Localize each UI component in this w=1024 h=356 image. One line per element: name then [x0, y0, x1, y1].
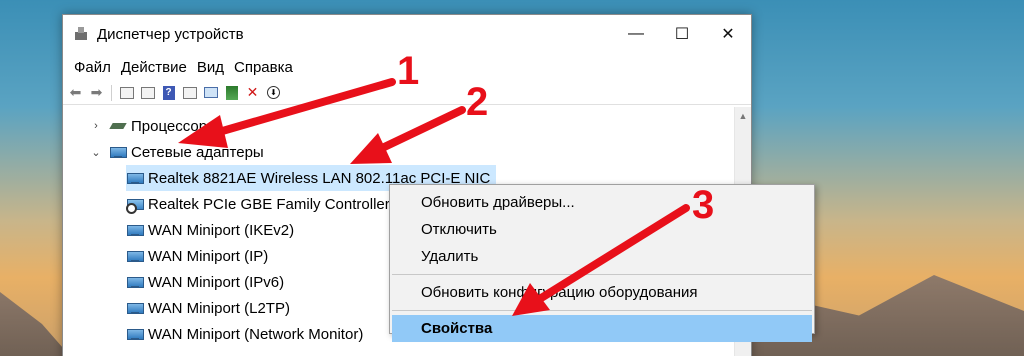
maximize-button[interactable]: ☐ — [659, 15, 705, 53]
device-label: WAN Miniport (L2TP) — [148, 299, 290, 317]
toolbar-separator — [111, 84, 112, 101]
menu-item-scan-hardware[interactable]: Обновить конфигурацию оборудования — [390, 279, 814, 306]
minimize-button[interactable]: — — [613, 15, 659, 53]
network-card-disabled-icon — [126, 197, 144, 214]
menu-separator — [392, 310, 812, 311]
context-menu: Обновить драйверы... Отключить Удалить О… — [389, 184, 815, 342]
device-label: WAN Miniport (IKEv2) — [148, 221, 295, 239]
network-card-icon — [126, 275, 144, 289]
back-arrow-icon[interactable]: ⬅ — [67, 84, 84, 101]
toolbar: ⬅ ➡ ? ✕ ⬇ — [63, 81, 751, 105]
view-icon[interactable] — [181, 85, 198, 101]
tree-item-device[interactable]: WAN Miniport (IP) — [126, 243, 268, 269]
scan-hardware-icon[interactable] — [202, 85, 219, 101]
uninstall-device-icon[interactable]: ✕ — [244, 84, 261, 101]
network-card-icon — [126, 223, 144, 237]
menu-item-update-drivers[interactable]: Обновить драйверы... — [390, 189, 814, 216]
device-label: Realtek PCIe GBE Family Controller — [148, 195, 390, 213]
menu-item-disable[interactable]: Отключить — [390, 216, 814, 243]
chevron-down-icon[interactable]: ⌄ — [89, 146, 103, 159]
network-card-icon — [126, 249, 144, 263]
show-hide-console-icon[interactable] — [118, 85, 135, 101]
network-card-icon — [126, 301, 144, 315]
tree-item-label: Процессоры — [131, 117, 218, 135]
properties-icon[interactable] — [139, 85, 156, 101]
network-card-icon — [126, 327, 144, 341]
menu-bar: Файл Действие Вид Справка — [63, 53, 751, 81]
tree-item-device[interactable]: WAN Miniport (IPv6) — [126, 269, 284, 295]
tree-item-device[interactable]: WAN Miniport (L2TP) — [126, 295, 290, 321]
title-bar: Диспетчер устройств — ☐ ✕ — [63, 15, 751, 53]
close-button[interactable]: ✕ — [705, 15, 751, 53]
menu-item-uninstall[interactable]: Удалить — [390, 243, 814, 270]
tree-item-device[interactable]: WAN Miniport (IKEv2) — [126, 217, 294, 243]
menu-view[interactable]: Вид — [192, 59, 229, 76]
scroll-up-icon[interactable]: ▲ — [735, 107, 751, 121]
device-label: WAN Miniport (IP) — [148, 247, 269, 265]
menu-item-properties[interactable]: Свойства — [392, 315, 812, 342]
forward-arrow-icon[interactable]: ➡ — [88, 84, 105, 101]
mountain-decoration-left — [0, 292, 70, 356]
menu-separator — [392, 274, 812, 275]
device-label: WAN Miniport (Network Monitor) — [148, 325, 364, 343]
menu-action[interactable]: Действие — [116, 59, 192, 76]
download-icon[interactable]: ⬇ — [265, 85, 282, 101]
tree-item-label: Сетевые адаптеры — [131, 143, 264, 161]
network-adapter-icon — [109, 145, 127, 159]
processor-icon — [109, 119, 127, 133]
tree-item-device[interactable]: WAN Miniport (Network Monitor) — [126, 321, 363, 347]
network-card-icon — [126, 171, 144, 185]
menu-file[interactable]: Файл — [69, 59, 116, 76]
tree-item-processors[interactable]: › Процессоры — [89, 113, 218, 139]
window-controls: — ☐ ✕ — [613, 15, 751, 53]
window-title: Диспетчер устройств — [97, 25, 244, 43]
menu-help[interactable]: Справка — [229, 59, 298, 76]
help-icon[interactable]: ? — [160, 85, 177, 101]
device-manager-icon — [73, 26, 89, 42]
device-label: WAN Miniport (IPv6) — [148, 273, 285, 291]
chevron-right-icon[interactable]: › — [89, 120, 103, 132]
update-driver-icon[interactable] — [223, 85, 240, 101]
tree-item-network-adapters[interactable]: ⌄ Сетевые адаптеры — [89, 139, 264, 165]
tree-item-device[interactable]: Realtek PCIe GBE Family Controller — [126, 191, 390, 217]
